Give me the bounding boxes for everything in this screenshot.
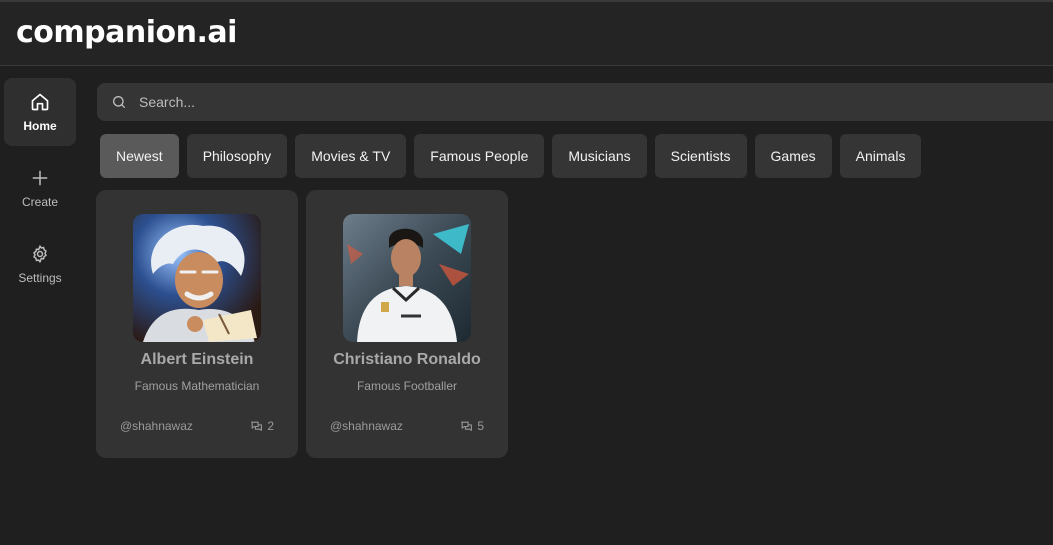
companion-author: @shahnawaz [120,419,193,433]
category-movies-tv[interactable]: Movies & TV [295,134,407,178]
category-animals[interactable]: Animals [839,134,922,178]
search-input[interactable] [137,83,737,121]
category-scientists[interactable]: Scientists [654,134,747,178]
sidebar-item-label: Home [23,118,57,133]
companion-description: Famous Footballer [356,379,458,393]
category-newest[interactable]: Newest [100,134,179,178]
home-icon [30,92,50,112]
message-count-value: 5 [477,419,484,433]
sidebar-item-label: Settings [18,270,62,285]
category-list: Newest Philosophy Movies & TV Famous Peo… [100,134,922,178]
companion-name: Christiano Ronaldo [333,351,481,368]
sidebar-item-label: Create [21,194,59,209]
companion-avatar [133,214,261,342]
message-count-value: 2 [267,419,274,433]
app-logo[interactable]: companion.ai [16,15,237,50]
search-icon [111,94,127,110]
category-philosophy[interactable]: Philosophy [186,134,288,178]
companion-grid: Albert Einstein Famous Mathematician @sh… [96,190,508,458]
gear-icon [30,244,50,264]
message-count: 2 [250,419,274,433]
messages-icon [460,420,473,433]
companion-avatar [343,214,471,342]
sidebar-item-create[interactable]: Create [4,154,76,222]
category-musicians[interactable]: Musicians [552,134,647,178]
category-games[interactable]: Games [754,134,832,178]
search-bar[interactable] [97,83,1053,121]
companion-card[interactable]: Christiano Ronaldo Famous Footballer @sh… [306,190,508,458]
top-bar: companion.ai [0,0,1053,66]
message-count: 5 [460,419,484,433]
sidebar: Home Create Settings [0,66,84,545]
companion-author: @shahnawaz [330,419,403,433]
category-famous-people[interactable]: Famous People [414,134,545,178]
companion-description: Famous Mathematician [134,379,260,393]
companion-name: Albert Einstein [140,351,254,368]
sidebar-item-settings[interactable]: Settings [4,230,76,298]
sidebar-item-home[interactable]: Home [4,78,76,146]
plus-icon [30,168,50,188]
companion-card[interactable]: Albert Einstein Famous Mathematician @sh… [96,190,298,458]
messages-icon [250,420,263,433]
